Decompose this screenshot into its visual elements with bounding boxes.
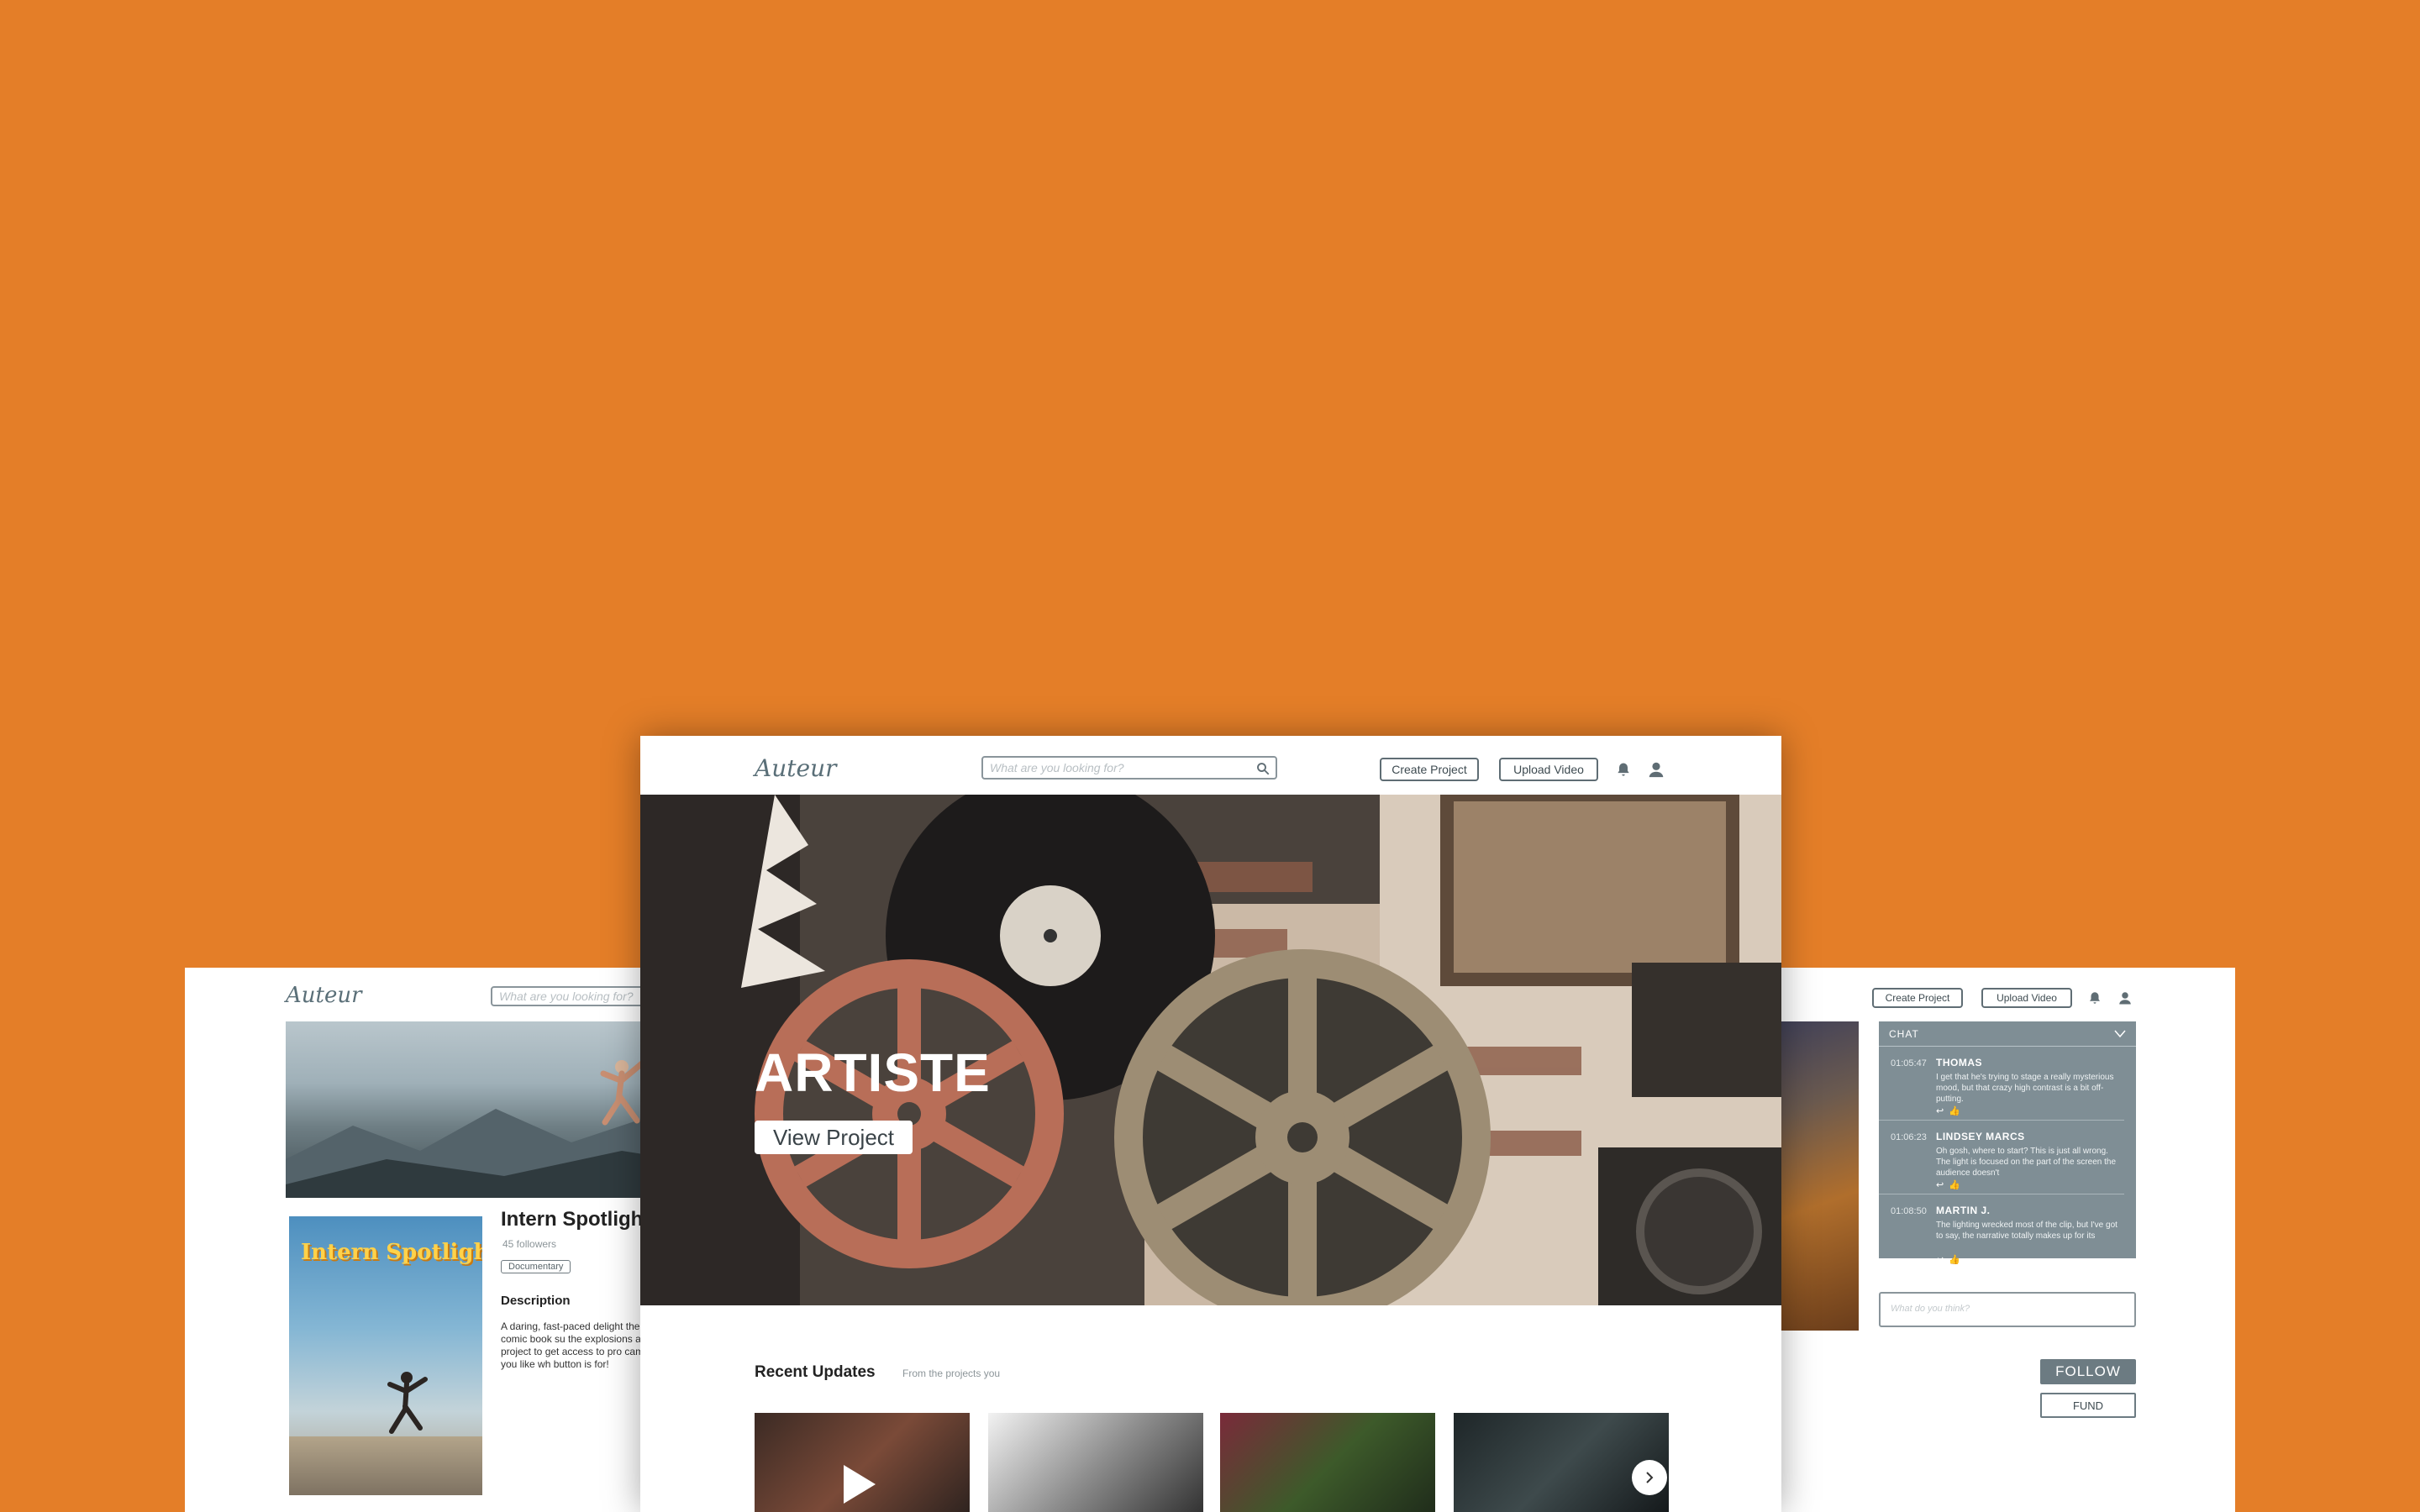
- chevron-down-icon[interactable]: [2114, 1030, 2126, 1038]
- logo[interactable]: Auteur: [286, 983, 362, 1008]
- video-thumbnail[interactable]: [1220, 1413, 1435, 1512]
- message-text: The lighting wrecked most of the clip, b…: [1936, 1221, 2118, 1241]
- recent-updates-heading: Recent Updates: [755, 1363, 876, 1381]
- message-author: MARTIN J.: [1936, 1205, 1991, 1216]
- create-project-button[interactable]: Create Project: [1380, 758, 1479, 781]
- message-author: THOMAS: [1936, 1057, 1982, 1068]
- video-thumbnail[interactable]: [1454, 1413, 1669, 1512]
- message-time: 01:05:47: [1891, 1058, 1927, 1068]
- reply-icon[interactable]: ↩: [1936, 1106, 1944, 1116]
- video-page-screen: Create Project Upload Video CHAT 01:05:4…: [1748, 968, 2235, 1512]
- like-icon[interactable]: 👍: [1949, 1106, 1960, 1116]
- upload-video-button[interactable]: Upload Video: [1981, 988, 2072, 1008]
- message-author: LINDSEY MARCS: [1936, 1131, 2025, 1142]
- genre-tag[interactable]: Documentary: [501, 1260, 571, 1273]
- hero-banner: ARTISTE View Project: [640, 795, 1781, 1305]
- chat-message: 01:08:50 MARTIN J. The lighting wrecked …: [1879, 1194, 2124, 1268]
- project-poster: Intern Spotlight: [289, 1216, 482, 1495]
- fund-button[interactable]: FUND: [2040, 1393, 2136, 1418]
- bell-icon[interactable]: [1615, 761, 1632, 778]
- search-placeholder: What are you looking for?: [990, 761, 1124, 774]
- upload-video-button[interactable]: Upload Video: [1499, 758, 1598, 781]
- play-icon[interactable]: [840, 1463, 877, 1505]
- chat-message: 01:05:47 THOMAS I get that he's trying t…: [1879, 1047, 2124, 1121]
- logo[interactable]: Auteur: [755, 754, 837, 782]
- message-time: 01:08:50: [1891, 1206, 1927, 1216]
- follow-button[interactable]: FOLLOW: [2040, 1359, 2136, 1384]
- like-icon[interactable]: 👍: [1949, 1180, 1960, 1190]
- reply-icon[interactable]: ↩: [1936, 1180, 1944, 1190]
- recent-updates-subheading: From the projects you: [902, 1368, 1001, 1379]
- search-input[interactable]: What are you looking for?: [491, 986, 650, 1006]
- user-icon[interactable]: [2118, 990, 2133, 1005]
- chat-header[interactable]: CHAT: [1879, 1021, 2136, 1047]
- create-project-button[interactable]: Create Project: [1872, 988, 1963, 1008]
- chat-input-placeholder: What do you think?: [1891, 1304, 1970, 1314]
- like-icon[interactable]: 👍: [1949, 1255, 1960, 1265]
- search-input[interactable]: What are you looking for?: [981, 756, 1277, 780]
- search-icon[interactable]: [1255, 761, 1270, 776]
- user-icon[interactable]: [1647, 760, 1665, 779]
- message-text: I get that he's trying to stage a really…: [1936, 1073, 2114, 1104]
- home-page-screen: Auteur What are you looking for? Create …: [640, 736, 1781, 1512]
- message-text: Oh gosh, where to start? This is just al…: [1936, 1147, 2117, 1178]
- followers-count: 45 followers: [502, 1238, 557, 1250]
- chat-input[interactable]: What do you think?: [1879, 1292, 2136, 1327]
- carousel-next-button[interactable]: [1632, 1460, 1667, 1495]
- view-project-button[interactable]: View Project: [755, 1121, 913, 1154]
- hero-title: ARTISTE: [755, 1042, 991, 1103]
- reply-icon[interactable]: ↩: [1936, 1255, 1944, 1265]
- chat-message: 01:06:23 LINDSEY MARCS Oh gosh, where to…: [1879, 1121, 2124, 1194]
- chat-title: CHAT: [1889, 1027, 1919, 1040]
- video-thumbnail[interactable]: [988, 1413, 1203, 1512]
- chevron-right-icon: [1646, 1472, 1654, 1483]
- description-heading: Description: [501, 1294, 571, 1308]
- video-thumbnail[interactable]: [755, 1413, 970, 1512]
- project-title: Intern Spotlight: [501, 1208, 650, 1231]
- message-time: 01:06:23: [1891, 1132, 1927, 1142]
- search-placeholder: What are you looking for?: [499, 990, 634, 1003]
- bell-icon[interactable]: [2087, 990, 2102, 1005]
- poster-title: Intern Spotlight: [301, 1240, 482, 1265]
- chat-panel: CHAT 01:05:47 THOMAS I get that he's try…: [1879, 1021, 2136, 1265]
